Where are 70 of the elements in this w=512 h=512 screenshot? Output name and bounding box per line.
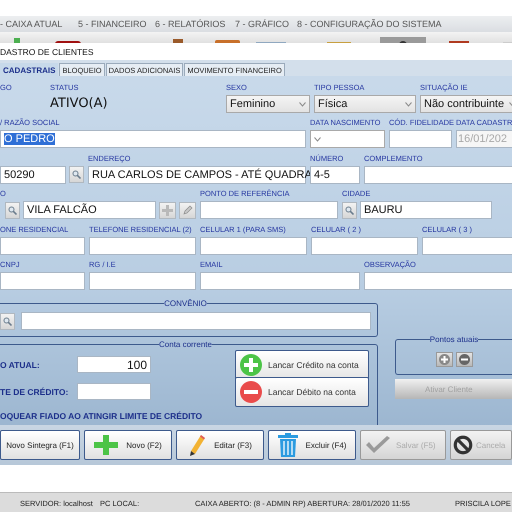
group-title: CONVÊNIO xyxy=(164,299,207,308)
input-field[interactable]: 100 xyxy=(77,356,151,374)
input-field[interactable]: 4-5 xyxy=(310,166,360,184)
window-title: DASTRO DE CLIENTES xyxy=(0,46,94,56)
input-field[interactable]: 50290 xyxy=(0,166,66,184)
chevron-icon xyxy=(314,136,321,142)
remove-points-button[interactable] xyxy=(456,352,472,367)
chevron-icon xyxy=(405,102,412,106)
check-icon xyxy=(365,436,391,454)
input-field[interactable] xyxy=(200,201,338,220)
input-field[interactable] xyxy=(89,236,196,255)
input-field[interactable] xyxy=(0,272,85,290)
input-field[interactable] xyxy=(200,272,360,290)
input-field[interactable] xyxy=(389,130,452,148)
pencil-icon xyxy=(182,204,193,216)
plus-icon xyxy=(94,435,118,455)
input-field[interactable] xyxy=(311,236,418,255)
search-icon xyxy=(345,206,354,215)
chevron-icon xyxy=(299,102,306,106)
field-label: TE DE CRÉDITO: xyxy=(0,386,70,397)
input-field[interactable] xyxy=(364,272,512,290)
dropdown[interactable]: Feminino xyxy=(226,95,310,113)
minus-circle-icon xyxy=(240,380,262,403)
search-button[interactable] xyxy=(69,166,84,184)
trash-icon xyxy=(278,433,298,457)
action-button[interactable]: Novo Sintegra (F1) xyxy=(0,430,80,460)
dropdown[interactable] xyxy=(310,130,385,148)
group-title: Conta corrente xyxy=(159,340,212,350)
search-button[interactable] xyxy=(5,202,20,219)
add-button[interactable] xyxy=(159,202,176,219)
menu-item[interactable]: 7 - GRÁFICO xyxy=(235,19,290,29)
search-icon xyxy=(72,170,81,180)
group-title: Pontos atuais xyxy=(430,335,478,344)
menu-item[interactable]: 8 - CONFIGURAÇÃO DO SISTEMA xyxy=(297,19,442,29)
action-button[interactable]: Novo (F2) xyxy=(84,430,172,460)
search-icon xyxy=(8,206,17,215)
input-field[interactable] xyxy=(364,166,512,184)
plus-circle-icon xyxy=(240,354,262,376)
edit-button[interactable] xyxy=(179,202,196,219)
checkbox-label[interactable]: OQUEAR FIADO AO ATINGIR LIMITE DE CRÉDITO xyxy=(0,411,235,422)
dropdown[interactable]: Não contribuinte xyxy=(420,95,512,113)
input-field[interactable] xyxy=(422,236,512,255)
credit-button[interactable]: Lancar Crédito na conta xyxy=(235,350,369,380)
action-button[interactable]: Editar (F3) xyxy=(176,430,264,460)
action-button[interactable]: Excluir (F4) xyxy=(268,430,356,460)
plus-icon xyxy=(162,204,173,216)
menu-item[interactable]: - CAIXA ATUAL xyxy=(0,19,62,29)
input-field[interactable] xyxy=(0,236,85,255)
add-points-button[interactable] xyxy=(436,352,452,367)
plus-circle-icon xyxy=(438,354,450,365)
tab[interactable]: CADASTRAIS xyxy=(0,63,58,76)
input-field[interactable] xyxy=(200,236,307,255)
search-button[interactable] xyxy=(0,312,15,330)
debit-button[interactable]: Lancar Débito na conta xyxy=(235,376,369,407)
status-value: ATIVO(A) xyxy=(50,96,108,111)
input-field[interactable]: O PEDRO xyxy=(0,130,306,148)
input-field[interactable] xyxy=(77,383,151,400)
input-field[interactable]: VILA FALCÃO xyxy=(23,201,156,220)
input-field[interactable] xyxy=(89,272,196,290)
pencil-icon xyxy=(188,433,206,457)
field-label: O ATUAL: xyxy=(0,360,41,370)
search-icon xyxy=(3,316,12,326)
input-field[interactable]: BAURU xyxy=(360,201,492,220)
minus-circle-icon xyxy=(458,354,470,365)
menu-item[interactable]: 5 - FINANCEIRO xyxy=(78,19,147,29)
dropdown[interactable]: Física xyxy=(314,95,416,113)
prohibited-icon xyxy=(453,435,473,455)
menu-item[interactable]: 6 - RELATÓRIOS xyxy=(155,19,226,29)
input-field[interactable] xyxy=(21,312,371,330)
search-button[interactable] xyxy=(342,202,357,219)
